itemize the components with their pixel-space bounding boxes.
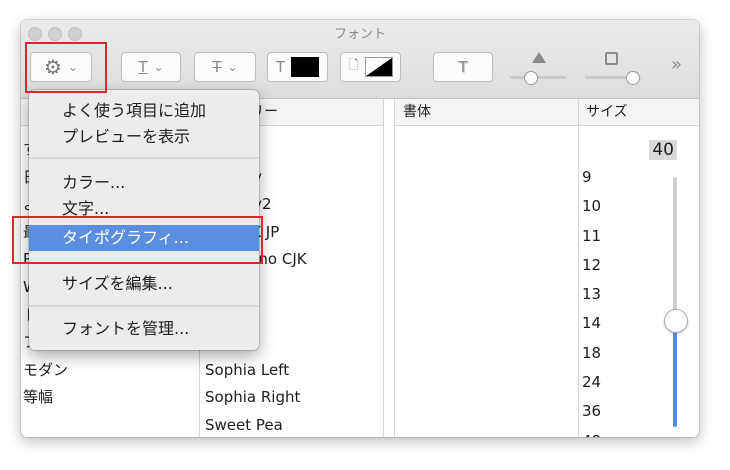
list-item[interactable]: 13 (582, 280, 652, 309)
document-color-swatch (364, 57, 393, 77)
underline-icon: T (138, 58, 148, 76)
list-item[interactable]: 12 (582, 251, 652, 280)
chevron-down-icon: ⌄ (153, 60, 164, 74)
text-shadow-icon: T (458, 58, 468, 76)
text-color-button[interactable]: T (267, 52, 328, 82)
menu-item-show-preview[interactable]: プレビューを表示 (29, 124, 259, 150)
title-bar: フォント ⚙ ⌄ T ⌄ T ⌄ T 🗋 T » (21, 20, 699, 99)
triangle-icon (532, 52, 546, 63)
list-item[interactable]: Sweet Pea (205, 412, 380, 437)
typeface-column-header[interactable]: 書体 (395, 99, 578, 126)
list-item[interactable]: モダン (23, 357, 193, 385)
menu-item-add-favorite[interactable]: よく使う項目に追加 (29, 98, 259, 124)
text-icon: T (275, 58, 286, 76)
document-icon: 🗋 (348, 58, 359, 73)
size-slider-knob[interactable] (664, 308, 688, 333)
menu-item-manage-fonts[interactable]: フォントを管理... (29, 316, 259, 342)
menu-item-color[interactable]: カラー... (29, 170, 259, 196)
annotation-highlight-gear (25, 42, 107, 93)
list-item[interactable]: 18 (582, 339, 652, 368)
text-color-swatch (291, 57, 320, 77)
strikethrough-icon: T (212, 58, 222, 76)
typeface-list (395, 127, 578, 427)
window-title: フォント (333, 27, 386, 42)
size-slider-fill (673, 319, 677, 427)
size-column-header[interactable]: サイズ (578, 99, 699, 126)
overflow-button[interactable]: » (671, 54, 682, 75)
square-icon (605, 52, 618, 65)
list-item[interactable]: 36 (582, 397, 652, 426)
list-item[interactable]: 11 (582, 222, 652, 251)
list-item[interactable]: 48 (582, 427, 652, 437)
chevron-down-icon: ⌄ (227, 60, 238, 74)
list-item[interactable]: 9 (582, 163, 652, 192)
list-item[interactable]: 14 (582, 309, 652, 338)
menu-item-edit-sizes[interactable]: サイズを編集... (29, 271, 259, 297)
text-shadow-button[interactable]: T (433, 52, 493, 82)
list-item[interactable]: 10 (582, 192, 652, 221)
strikethrough-button[interactable]: T ⌄ (194, 52, 256, 82)
slider-knob[interactable] (626, 71, 640, 85)
annotation-highlight-typography (12, 216, 263, 264)
slider-knob[interactable] (524, 71, 538, 85)
size-input[interactable]: 40 (579, 137, 689, 163)
list-item[interactable]: Sophia Left (205, 357, 380, 385)
underline-button[interactable]: T ⌄ (121, 52, 181, 82)
size-list: 9 10 11 12 13 14 18 24 36 48 (582, 163, 652, 437)
list-item[interactable]: 24 (582, 368, 652, 397)
list-item[interactable]: 等幅 (23, 384, 193, 412)
list-item[interactable]: Sophia Right (205, 384, 380, 412)
document-color-button[interactable]: 🗋 (340, 52, 401, 82)
